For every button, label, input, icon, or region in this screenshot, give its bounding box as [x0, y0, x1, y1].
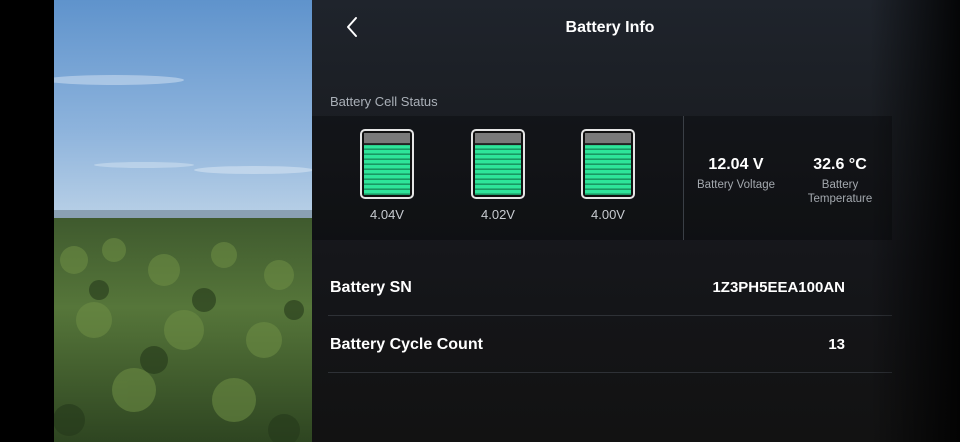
battery-temperature-value: 32.6 °C [813, 156, 867, 173]
battery-cycle-count-row: Battery Cycle Count 13 [328, 316, 892, 373]
battery-temperature-label: Battery Temperature [807, 179, 873, 205]
cell-voltage: 4.04V [370, 207, 404, 222]
battery-cell-icon [581, 129, 635, 199]
battery-sn-value: 1Z3PH5EEA100AN [712, 279, 845, 296]
battery-temperature-stat: 32.6 °C Battery Temperature [790, 156, 890, 206]
battery-cell-2 [471, 129, 525, 204]
battery-sn-row: Battery SN 1Z3PH5EEA100AN [328, 259, 892, 316]
battery-sn-label: Battery SN [330, 279, 412, 296]
battery-cell-1 [360, 129, 414, 204]
battery-voltage-stat: 12.04 V Battery Voltage [686, 156, 786, 192]
camera-preview [54, 0, 312, 442]
battery-cell-3 [581, 129, 635, 204]
battery-cycle-count-label: Battery Cycle Count [330, 336, 483, 353]
battery-cell-icon [471, 129, 525, 199]
battery-voltage-value: 12.04 V [708, 156, 764, 173]
divider [683, 116, 684, 240]
cell-status-card: 4.04V 4.02V 4.00V 12.04 V Battery Voltag… [312, 116, 892, 240]
page-title: Battery Info [565, 19, 655, 36]
battery-cell-icon [360, 129, 414, 199]
battery-info-panel: Battery Info Battery Cell Status 4.04V 4… [312, 0, 960, 442]
cell-status-label: Battery Cell Status [330, 94, 438, 109]
cell-voltage: 4.02V [481, 207, 515, 222]
battery-voltage-label: Battery Voltage [697, 179, 775, 191]
cell-voltage: 4.00V [591, 207, 625, 222]
battery-cycle-count-value: 13 [828, 336, 845, 353]
